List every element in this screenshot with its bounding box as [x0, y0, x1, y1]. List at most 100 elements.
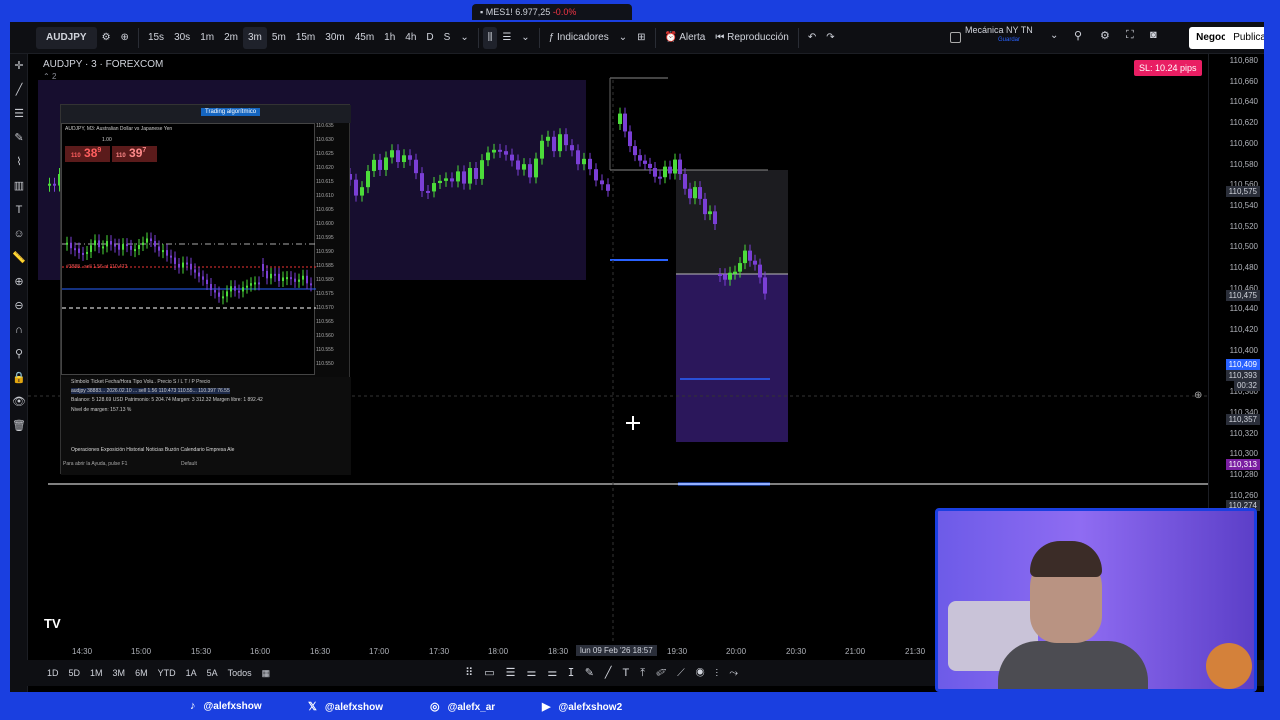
chart-type-icon[interactable]: ☰: [497, 22, 516, 54]
stop-loss-zone[interactable]: [676, 170, 788, 274]
alert-button[interactable]: ⏰ Alerta: [660, 22, 711, 54]
tf-4h[interactable]: 4h: [400, 22, 421, 54]
price-tick: 110,500: [1229, 242, 1258, 252]
tf-3m[interactable]: 3m: [243, 26, 267, 49]
redo-icon[interactable]: ↷: [821, 22, 839, 54]
range-1d[interactable]: 1D: [42, 668, 64, 678]
range-1m[interactable]: 1M: [85, 668, 108, 678]
chevron-down-icon[interactable]: ⌄: [1050, 30, 1058, 41]
algo-trading-button[interactable]: Trading algorítmico: [201, 108, 261, 116]
chevron-down-icon[interactable]: ⌄: [516, 22, 534, 54]
candle: [70, 242, 72, 249]
tf-1m[interactable]: 1m: [195, 22, 219, 54]
candle: [504, 151, 508, 155]
range-3m[interactable]: 3M: [108, 668, 131, 678]
symbol-settings-icon[interactable]: ⚙: [97, 22, 116, 54]
candle: [426, 190, 430, 193]
indicator-toggle[interactable]: ⌃ 2: [43, 72, 56, 81]
emoji-icon[interactable]: ☺: [10, 222, 28, 246]
price-tick: 110,480: [1229, 263, 1258, 272]
tf-45m[interactable]: 45m: [350, 22, 379, 54]
candle: [713, 211, 717, 225]
drawing-shortcuts[interactable]: ⠿▭☰⚌⚌ⵊ✎╱T⤒✐⟋◉⫶⤳: [465, 666, 749, 680]
ruler-icon[interactable]: 📏: [10, 246, 28, 270]
terminal-tabs[interactable]: Operaciones Exposición Historial Noticia…: [71, 447, 234, 453]
lock-drawings-icon[interactable]: ⚲: [10, 342, 28, 366]
mt5-window[interactable]: Trading algorítmico AUDJPY, M3: Australi…: [60, 104, 351, 475]
fullscreen-icon[interactable]: ⛶: [1126, 29, 1134, 42]
candle: [102, 246, 104, 249]
settings-icon[interactable]: ⚙: [1100, 29, 1110, 42]
price-tick: 110,420: [1229, 325, 1258, 335]
lock-icon[interactable]: 🔒: [10, 366, 28, 390]
chevron-down-icon[interactable]: ⌄: [614, 22, 632, 54]
candle: [66, 242, 68, 245]
range-ytd[interactable]: YTD: [153, 668, 181, 678]
fib-tool-icon[interactable]: ☰: [10, 102, 28, 126]
undo-icon[interactable]: ↶: [803, 22, 821, 54]
divider: [797, 27, 799, 48]
eye-icon[interactable]: 👁: [10, 390, 28, 414]
candle: [570, 145, 574, 151]
compare-add-icon[interactable]: ⊕: [116, 22, 134, 54]
range-5d[interactable]: 5D: [64, 668, 86, 678]
chevron-down-icon[interactable]: ⌄: [455, 22, 473, 54]
tf-d[interactable]: D: [421, 22, 438, 54]
calendar-icon[interactable]: ▦: [257, 668, 276, 679]
indicators-button[interactable]: ƒ Indicadores: [544, 22, 614, 54]
mt5-terminal[interactable]: Símbolo Ticket Fecha/Hora Tipo Volu.. Pr…: [61, 377, 351, 475]
browser-tab[interactable]: ▪ MES1! 6.977,25 -0.0%: [472, 4, 632, 20]
camera-icon[interactable]: ◙: [1150, 29, 1157, 41]
time-tick: 19:30: [667, 647, 688, 656]
trash-icon[interactable]: 🗑: [10, 414, 28, 438]
candle: [82, 252, 84, 255]
candle: [492, 149, 496, 153]
range-1a[interactable]: 1A: [181, 668, 202, 678]
instagram-icon: ◎: [430, 701, 440, 713]
tf-30m[interactable]: 30m: [320, 22, 349, 54]
range-all[interactable]: Todos: [223, 668, 257, 678]
zoom-out-icon[interactable]: ⊖: [10, 294, 28, 318]
candle: [194, 269, 196, 273]
range-6m[interactable]: 6M: [130, 668, 153, 678]
trend-line-icon[interactable]: ╱: [10, 78, 28, 102]
position-icon[interactable]: ▥: [10, 174, 28, 198]
candle: [258, 282, 260, 285]
x-handle: @alefxshow: [324, 702, 383, 713]
candle: [142, 242, 144, 246]
candle: [254, 282, 256, 285]
tf-15m[interactable]: 15m: [291, 22, 320, 54]
price-tick: 110,260: [1229, 490, 1258, 500]
brush-icon[interactable]: ✎: [10, 126, 28, 150]
price-tick: 110,620: [1229, 118, 1258, 128]
rewind-icon: ⏮: [715, 31, 728, 43]
pattern-icon[interactable]: ⌇: [10, 150, 28, 174]
tf-1h[interactable]: 1h: [379, 22, 400, 54]
tf-15s[interactable]: 15s: [143, 22, 169, 54]
publish-button[interactable]: Publica: [1225, 27, 1264, 49]
range-5a[interactable]: 5A: [202, 668, 223, 678]
tf-5m[interactable]: 5m: [267, 22, 291, 54]
time-tick: 17:30: [429, 647, 450, 656]
quick-search-icon[interactable]: ⚲: [1074, 29, 1082, 42]
mt5-price-tick: 110.565: [316, 319, 334, 325]
crosshair-tool-icon[interactable]: ✛: [10, 54, 28, 78]
sl-badge: SL: 10.24 pips: [1134, 60, 1202, 76]
text-icon[interactable]: T: [10, 198, 28, 222]
replay-button[interactable]: ⏮ Reproducción: [710, 22, 794, 54]
layout-checkbox[interactable]: [950, 32, 961, 43]
magnet-icon[interactable]: ∩: [10, 318, 28, 342]
zoom-in-icon[interactable]: ⊕: [10, 270, 28, 294]
mt5-chart[interactable]: AUDJPY, M3: Australian Dollar vs Japanes…: [61, 123, 316, 375]
layout-grid-icon[interactable]: ⊞: [632, 22, 650, 54]
position-row[interactable]: audjpy 38883... 2026.02.10 ... sell 1.56…: [71, 388, 230, 394]
tf-2m[interactable]: 2m: [219, 22, 243, 54]
symbol-search[interactable]: AUDJPY: [36, 26, 97, 49]
tf-30s[interactable]: 30s: [169, 22, 195, 54]
tf-s[interactable]: S: [439, 22, 456, 54]
candle: [623, 113, 627, 132]
take-profit-zone[interactable]: [676, 274, 788, 442]
candles-type-icon[interactable]: ⫼: [482, 26, 498, 49]
layout-name[interactable]: Mecánica NY TN: [965, 25, 1033, 35]
add-alert-icon[interactable]: ⊕: [1194, 390, 1202, 401]
